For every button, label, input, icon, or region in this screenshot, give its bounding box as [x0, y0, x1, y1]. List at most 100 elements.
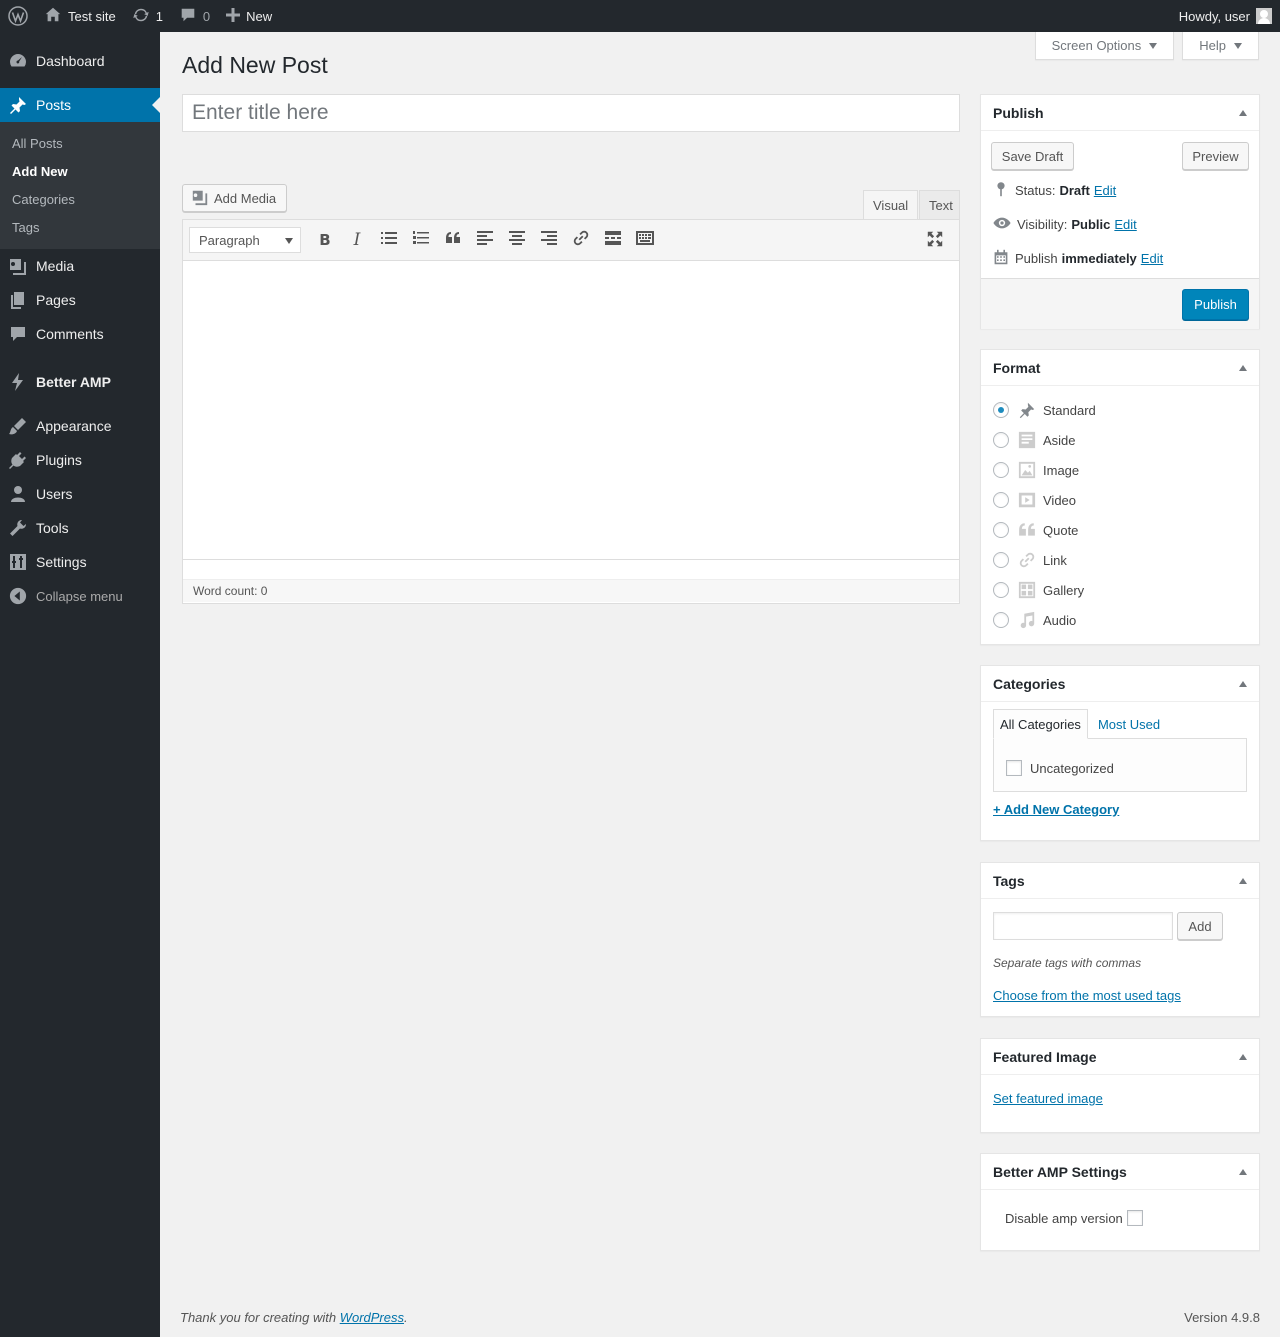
- menu-label: Better AMP: [36, 374, 111, 390]
- collapse-menu-button[interactable]: Collapse menu: [0, 579, 160, 613]
- gallery-icon: [1017, 580, 1037, 600]
- radio-button[interactable]: [993, 582, 1009, 598]
- format-option-link[interactable]: Link: [993, 550, 1067, 570]
- menu-item-pages[interactable]: Pages: [0, 283, 160, 317]
- align-center-button[interactable]: [501, 225, 533, 255]
- publish-button[interactable]: Publish: [1182, 289, 1249, 320]
- comments-link[interactable]: 0: [171, 0, 218, 32]
- add-media-label: Add Media: [214, 190, 277, 206]
- blockquote-button[interactable]: [437, 225, 469, 255]
- wordpress-logo-icon[interactable]: [0, 0, 36, 32]
- align-center-icon: [509, 231, 525, 249]
- fullscreen-button[interactable]: [919, 226, 951, 256]
- paragraph-format-select[interactable]: Paragraph: [189, 227, 301, 253]
- menu-item-comments[interactable]: Comments: [0, 317, 160, 351]
- site-name-link[interactable]: Test site: [36, 0, 124, 32]
- collapse-arrow-icon[interactable]: [1239, 878, 1247, 884]
- tags-box-header[interactable]: Tags: [981, 863, 1259, 899]
- menu-item-dashboard[interactable]: Dashboard: [0, 44, 160, 78]
- insert-link-button[interactable]: [565, 225, 597, 255]
- tab-all-categories[interactable]: All Categories: [993, 709, 1088, 739]
- format-box-header[interactable]: Format: [981, 350, 1259, 386]
- menu-item-media[interactable]: Media: [0, 249, 160, 283]
- radio-button[interactable]: [993, 612, 1009, 628]
- menu-item-settings[interactable]: Settings: [0, 545, 160, 579]
- bullet-list-button[interactable]: [373, 225, 405, 255]
- set-featured-image-link[interactable]: Set featured image: [993, 1091, 1103, 1106]
- radio-button[interactable]: [993, 402, 1009, 418]
- collapse-arrow-icon[interactable]: [1239, 365, 1247, 371]
- tab-text[interactable]: Text: [919, 190, 960, 219]
- menu-label: Pages: [36, 292, 76, 308]
- new-content-link[interactable]: New: [218, 0, 280, 32]
- menu-item-plugins[interactable]: Plugins: [0, 443, 160, 477]
- editor-status-bar: Word count: 0: [183, 580, 959, 602]
- choose-most-used-tags-link[interactable]: Choose from the most used tags: [993, 988, 1181, 1003]
- format-option-video[interactable]: Video: [993, 490, 1076, 510]
- submenu-all-posts[interactable]: All Posts: [0, 129, 160, 157]
- editor-content-area[interactable]: [183, 261, 959, 560]
- italic-button[interactable]: I: [341, 225, 373, 255]
- radio-button[interactable]: [993, 522, 1009, 538]
- edit-visibility-link[interactable]: Edit: [1114, 217, 1136, 232]
- menu-item-tools[interactable]: Tools: [0, 511, 160, 545]
- add-tag-button[interactable]: Add: [1177, 912, 1223, 940]
- menu-item-users[interactable]: Users: [0, 477, 160, 511]
- tab-most-used[interactable]: Most Used: [1092, 709, 1166, 739]
- format-option-aside[interactable]: Aside: [993, 430, 1076, 450]
- fullscreen-icon: [926, 230, 944, 252]
- submenu-add-new[interactable]: Add New: [0, 157, 160, 185]
- tag-input[interactable]: [993, 912, 1173, 940]
- edit-schedule-link[interactable]: Edit: [1141, 251, 1163, 266]
- bold-button[interactable]: B: [309, 225, 341, 255]
- menu-item-appearance[interactable]: Appearance: [0, 409, 160, 443]
- read-more-button[interactable]: [597, 225, 629, 255]
- collapse-arrow-icon[interactable]: [1239, 681, 1247, 687]
- collapse-arrow-icon[interactable]: [1239, 1169, 1247, 1175]
- account-menu[interactable]: Howdy, user: [1179, 8, 1280, 24]
- numbered-list-button[interactable]: [405, 225, 437, 255]
- radio-button[interactable]: [993, 462, 1009, 478]
- preview-button[interactable]: Preview: [1182, 142, 1249, 170]
- align-left-button[interactable]: [469, 225, 501, 255]
- menu-item-better-amp[interactable]: Better AMP: [0, 365, 160, 399]
- wordpress-link[interactable]: WordPress: [340, 1310, 404, 1325]
- video-icon: [1017, 490, 1037, 510]
- radio-button[interactable]: [993, 432, 1009, 448]
- radio-button[interactable]: [993, 492, 1009, 508]
- featured-image-box-header[interactable]: Featured Image: [981, 1039, 1259, 1075]
- tab-visual[interactable]: Visual: [863, 190, 919, 219]
- disable-amp-checkbox[interactable]: [1126, 1210, 1143, 1226]
- updates-link[interactable]: 1: [124, 0, 171, 32]
- format-option-quote[interactable]: Quote: [993, 520, 1078, 540]
- category-checkbox[interactable]: [1006, 760, 1022, 776]
- submenu-tags[interactable]: Tags: [0, 213, 160, 241]
- format-option-gallery[interactable]: Gallery: [993, 580, 1084, 600]
- edit-status-link[interactable]: Edit: [1094, 183, 1116, 198]
- plus-icon: [226, 7, 241, 25]
- pin-icon: [993, 181, 1015, 200]
- toolbar-toggle-button[interactable]: [629, 225, 661, 255]
- collapse-arrow-icon[interactable]: [1239, 1054, 1247, 1060]
- add-media-button[interactable]: Add Media: [182, 184, 287, 212]
- add-new-category-link[interactable]: + Add New Category: [993, 802, 1119, 817]
- admin-bar: Test site 1 0 New Howdy, user: [0, 0, 1280, 32]
- menu-label: Users: [36, 486, 73, 502]
- category-item[interactable]: Uncategorized: [1006, 760, 1114, 776]
- categories-box-header[interactable]: Categories: [981, 666, 1259, 702]
- collapse-arrow-icon[interactable]: [1239, 110, 1247, 116]
- publish-box-header[interactable]: Publish: [981, 95, 1259, 131]
- help-button[interactable]: Help: [1182, 32, 1259, 60]
- radio-button[interactable]: [993, 552, 1009, 568]
- better-amp-settings-header[interactable]: Better AMP Settings: [981, 1154, 1259, 1190]
- post-title-input[interactable]: Enter title here: [182, 94, 960, 132]
- align-right-button[interactable]: [533, 225, 565, 255]
- save-draft-button[interactable]: Save Draft: [991, 142, 1074, 170]
- format-option-audio[interactable]: Audio: [993, 610, 1076, 630]
- format-option-standard[interactable]: Standard: [993, 400, 1096, 420]
- submenu-categories[interactable]: Categories: [0, 185, 160, 213]
- format-option-image[interactable]: Image: [993, 460, 1079, 480]
- home-icon: [44, 6, 62, 27]
- menu-item-posts[interactable]: Posts: [0, 88, 160, 122]
- screen-options-button[interactable]: Screen Options: [1034, 32, 1175, 60]
